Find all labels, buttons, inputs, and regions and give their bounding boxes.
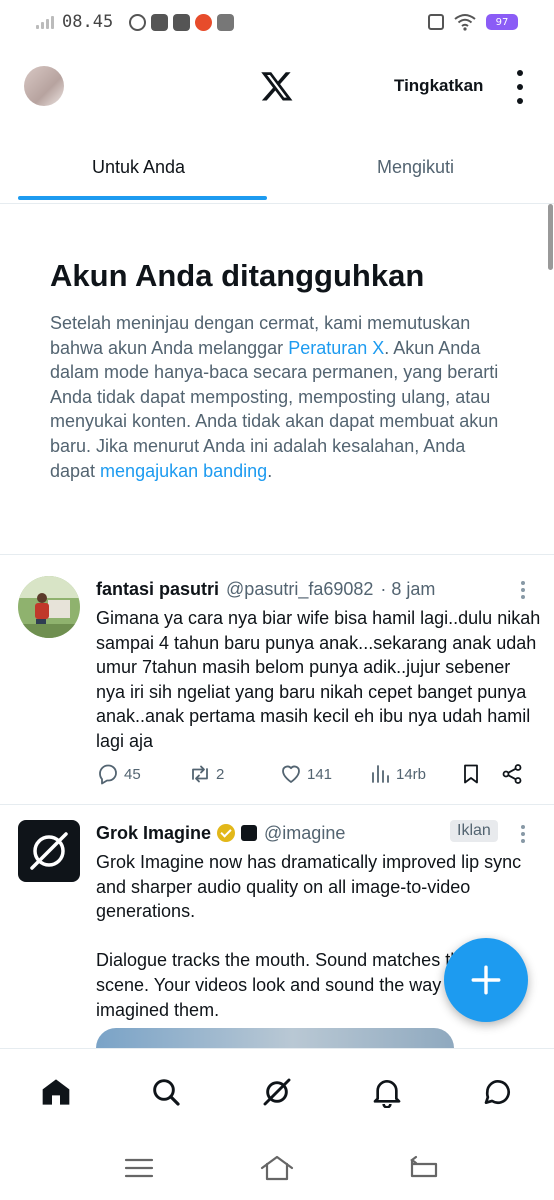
grok-icon bbox=[263, 1078, 291, 1106]
app-header: Tingkatkan bbox=[0, 60, 554, 116]
repost-button[interactable]: 2 bbox=[188, 762, 224, 786]
nav-messages[interactable] bbox=[480, 1074, 516, 1110]
system-navigation bbox=[0, 1134, 554, 1200]
menu-icon bbox=[124, 1158, 154, 1178]
scrollbar[interactable] bbox=[548, 204, 553, 270]
battery-indicator: 97 bbox=[486, 14, 518, 30]
avatar-photo bbox=[18, 576, 80, 638]
shop-icon bbox=[195, 13, 213, 31]
home-system-button[interactable] bbox=[260, 1154, 294, 1182]
search-icon bbox=[153, 1079, 180, 1106]
reply-count: 45 bbox=[124, 765, 141, 783]
notice-text-part: . Akun Anda dalam mode hanya-baca secara… bbox=[50, 337, 499, 481]
nav-home[interactable] bbox=[38, 1074, 74, 1110]
author-name[interactable]: Grok Imagine bbox=[96, 823, 211, 844]
notice-text-part: . bbox=[267, 460, 273, 481]
notice-text: Setelah meninjau dengan cermat, kami mem… bbox=[50, 311, 510, 483]
divider bbox=[0, 804, 554, 805]
share-button[interactable] bbox=[500, 762, 524, 786]
recent-apps-button[interactable] bbox=[122, 1154, 156, 1182]
like-button[interactable]: 141 bbox=[279, 762, 332, 786]
plus-icon bbox=[471, 965, 501, 995]
notice-title: Akun Anda ditangguhkan bbox=[50, 258, 425, 293]
nav-grok[interactable] bbox=[259, 1074, 295, 1110]
view-count: 14rb bbox=[396, 765, 427, 783]
post-more-icon[interactable] bbox=[521, 825, 525, 843]
facebook-icon bbox=[129, 13, 147, 31]
tab-following[interactable]: Mengikuti bbox=[277, 140, 554, 203]
profile-avatar[interactable] bbox=[24, 66, 64, 106]
author-handle[interactable]: @imagine bbox=[264, 823, 345, 844]
more-options-icon[interactable] bbox=[512, 70, 528, 104]
nav-search[interactable] bbox=[148, 1074, 184, 1110]
status-bar: 08.45 97 bbox=[0, 0, 554, 44]
home-icon bbox=[42, 1079, 70, 1105]
wifi-icon bbox=[454, 14, 476, 31]
vibrate-icon bbox=[428, 14, 444, 30]
back-icon bbox=[410, 1155, 438, 1178]
post-time[interactable]: · 8 jam bbox=[380, 579, 435, 600]
notifications-icon bbox=[373, 1080, 401, 1108]
back-system-button[interactable] bbox=[406, 1154, 440, 1182]
bag-icon bbox=[217, 13, 235, 31]
post-text: Grok Imagine now has dramatically improv… bbox=[96, 852, 522, 922]
suspension-notice: Akun Anda ditangguhkan Setelah meninjau … bbox=[50, 256, 510, 483]
reply-icon bbox=[99, 764, 117, 785]
views-button[interactable]: 14rb bbox=[368, 762, 426, 786]
reply-button[interactable]: 45 bbox=[96, 762, 141, 786]
divider bbox=[0, 554, 554, 555]
like-count: 141 bbox=[307, 765, 333, 783]
repost-icon bbox=[192, 765, 208, 783]
bottom-navigation bbox=[0, 1048, 554, 1134]
compose-button[interactable] bbox=[444, 938, 528, 1022]
rules-link[interactable]: Peraturan X bbox=[288, 338, 384, 358]
nav-notifications[interactable] bbox=[369, 1074, 405, 1110]
repost-count: 2 bbox=[216, 765, 225, 783]
upgrade-button[interactable]: Tingkatkan bbox=[394, 76, 483, 96]
grok-imagine-logo-icon bbox=[30, 832, 68, 870]
signal-icon bbox=[36, 15, 54, 29]
affiliate-badge-icon bbox=[241, 825, 258, 841]
x-logo-icon bbox=[261, 72, 293, 101]
avatar[interactable] bbox=[18, 576, 80, 638]
heart-icon bbox=[282, 765, 300, 783]
author-handle[interactable]: @pasutri_fa69082 bbox=[226, 579, 373, 600]
bookmark-button[interactable] bbox=[459, 762, 483, 786]
timeline-tabs: Untuk Anda Mengikuti bbox=[0, 140, 554, 204]
verified-badge-icon bbox=[217, 824, 236, 842]
tab-for-you[interactable]: Untuk Anda bbox=[0, 140, 277, 203]
app-icon bbox=[151, 13, 169, 31]
home-outline-icon bbox=[260, 1155, 294, 1181]
grok-app-icon bbox=[173, 13, 191, 31]
author-name[interactable]: fantasi pasutri bbox=[96, 579, 219, 600]
post-actions: 45 2 141 14rb bbox=[96, 762, 536, 792]
bookmark-icon bbox=[464, 764, 478, 784]
post-more-icon[interactable] bbox=[521, 581, 525, 599]
ad-badge: Iklan bbox=[450, 820, 498, 842]
post-text: Gimana ya cara nya biar wife bisa hamil … bbox=[96, 608, 541, 751]
messages-icon bbox=[484, 1080, 510, 1104]
views-icon bbox=[372, 765, 389, 783]
avatar[interactable] bbox=[18, 820, 80, 882]
appeal-link[interactable]: mengajukan banding bbox=[100, 461, 267, 481]
share-icon bbox=[502, 764, 522, 784]
status-time: 08.45 bbox=[62, 12, 114, 32]
